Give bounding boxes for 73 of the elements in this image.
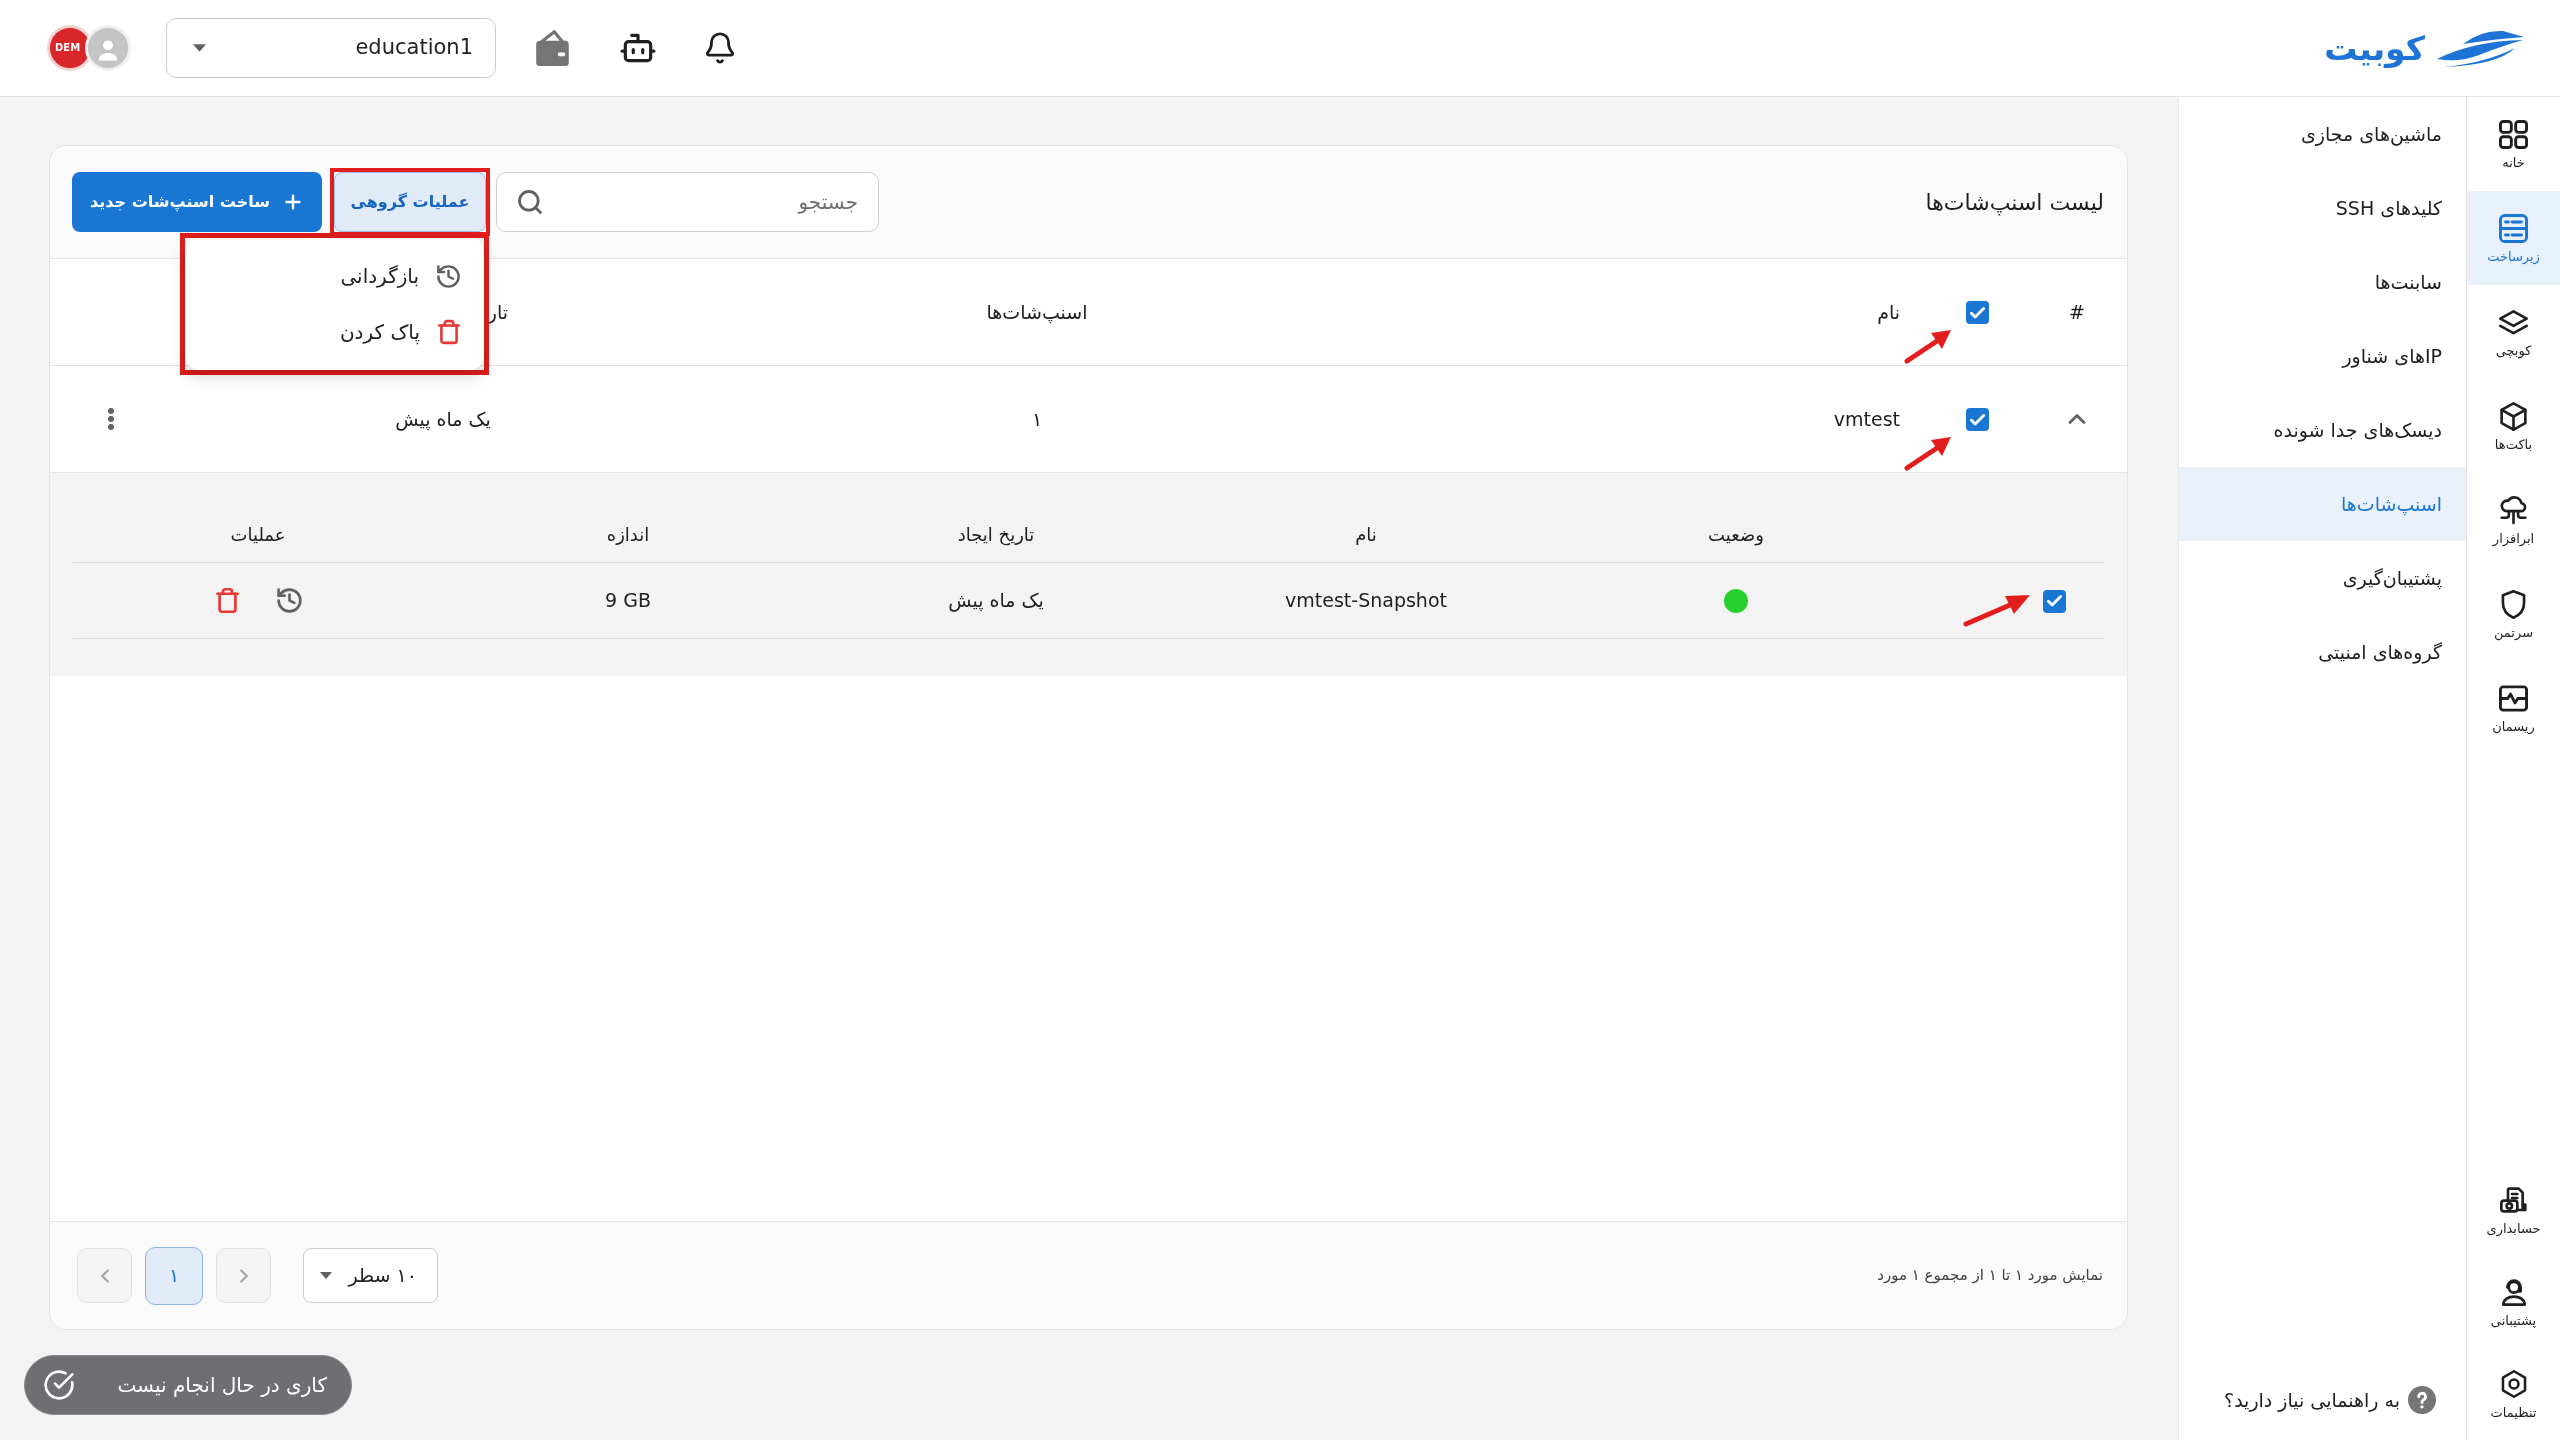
shield-icon <box>2499 589 2528 619</box>
rows-per-page-select[interactable]: ۱۰ سطر <box>303 1248 438 1303</box>
column-header: اندازه <box>606 522 650 547</box>
create-snapshot-button[interactable]: ساخت اسنپ‌شات جدید <box>72 172 322 232</box>
table-cell-text: یک ماه پیش <box>395 406 491 433</box>
help-link[interactable]: به راهنمایی نیاز دارید؟ <box>2224 1385 2400 1414</box>
checkmark-icon <box>2046 595 2062 608</box>
table-cell-text: vmtest <box>1833 406 1900 432</box>
rail-item[interactable]: سرتمن <box>2467 567 2560 661</box>
column-header: اسنپ‌شات‌ها <box>986 299 1088 326</box>
sidebar-item[interactable]: IPهای شناور <box>2179 319 2466 393</box>
caret-down-icon <box>320 1272 332 1279</box>
menu-item[interactable]: بازگردانی <box>185 248 484 304</box>
sidebar-item[interactable]: کلیدهای SSH <box>2179 171 2466 245</box>
help-icon[interactable] <box>2408 1385 2436 1414</box>
checkbox[interactable] <box>1965 301 1989 325</box>
trash-icon <box>436 319 462 345</box>
page-button[interactable]: ۱ <box>145 1246 203 1305</box>
rail-item[interactable]: باکت‌ها <box>2467 379 2560 473</box>
sidebar-item[interactable]: اسنپ‌شات‌ها <box>2179 467 2466 541</box>
sidebar-item[interactable]: پشتیبان‌گیری <box>2179 541 2466 615</box>
sidebar-item[interactable]: گروه‌های امنیتی <box>2179 615 2466 689</box>
search-icon <box>516 188 544 216</box>
rail-item[interactable]: حسابداری <box>2467 1164 2560 1256</box>
rail-item[interactable]: ابرافزار <box>2467 473 2560 567</box>
column-header: وضعیت <box>1708 522 1764 548</box>
rail-item[interactable]: پشتیبانی <box>2467 1256 2560 1348</box>
toast-text: کاری در حال انجام نیست <box>117 1372 327 1399</box>
checkbox[interactable] <box>1965 408 1989 432</box>
cube-icon <box>2499 401 2528 431</box>
cloud-network-icon <box>2499 495 2528 525</box>
vertical-dots-icon <box>108 408 114 430</box>
trash-icon <box>213 587 241 614</box>
sidebar-item[interactable]: ماشین‌های مجازی <box>2179 97 2466 171</box>
rail-item[interactable]: کوبچی <box>2467 285 2560 379</box>
column-header: تاریخ ایجاد <box>957 522 1035 548</box>
card-title: لیست اسنپ‌شات‌ها <box>1925 188 2104 218</box>
table-cell-text: vmtest-Snapshot <box>1285 588 1447 614</box>
rail-item[interactable]: خانه <box>2467 97 2560 191</box>
table-cell-text: یک ماه پیش <box>948 588 1044 614</box>
bulk-actions-button[interactable]: عملیات گروهی <box>334 172 486 232</box>
server-icon <box>2499 213 2528 243</box>
column-header: نام <box>1355 522 1377 547</box>
layers-icon <box>2499 307 2528 337</box>
receipt-money-icon <box>2499 1185 2528 1214</box>
rail-item[interactable]: زیرساخت <box>2467 191 2560 285</box>
menu-item[interactable]: پاک کردن <box>185 304 484 360</box>
bell-icon[interactable] <box>703 30 737 66</box>
history-icon <box>274 586 304 615</box>
table-cell-text: 9 GB <box>605 588 651 614</box>
workspace-select[interactable]: education1 <box>166 18 496 78</box>
pulse-monitor-icon <box>2499 683 2528 713</box>
rail-item[interactable]: ریسمان <box>2467 661 2560 755</box>
sidebar-item[interactable]: سابنت‌ها <box>2179 245 2466 319</box>
column-header: نام <box>1877 299 1900 326</box>
stamp-text: DEM <box>55 43 81 53</box>
pagination-summary: نمایش مورد ۱ تا ۱ از مجموع ۱ مورد <box>1877 1265 2103 1287</box>
checkmark-icon <box>1969 306 1985 319</box>
wallet-icon[interactable] <box>534 29 571 67</box>
check-circle-icon <box>43 1369 75 1401</box>
table-cell-text: ۱ <box>1031 406 1043 432</box>
grid-icon <box>2499 119 2528 149</box>
checkmark-icon <box>1969 413 1985 426</box>
headset-person-icon <box>2499 1277 2528 1306</box>
column-header: # <box>2069 299 2085 325</box>
column-header: عملیات <box>230 522 286 547</box>
search-field[interactable]: جستجو <box>496 172 879 232</box>
caret-down-icon <box>193 44 206 52</box>
settings-icon <box>2499 1369 2528 1398</box>
checkbox[interactable] <box>2042 589 2066 613</box>
history-icon <box>435 262 462 290</box>
sidebar-item[interactable]: دیسک‌های جدا شونده <box>2179 393 2466 467</box>
rail-item[interactable]: تنظیمات <box>2467 1348 2560 1440</box>
